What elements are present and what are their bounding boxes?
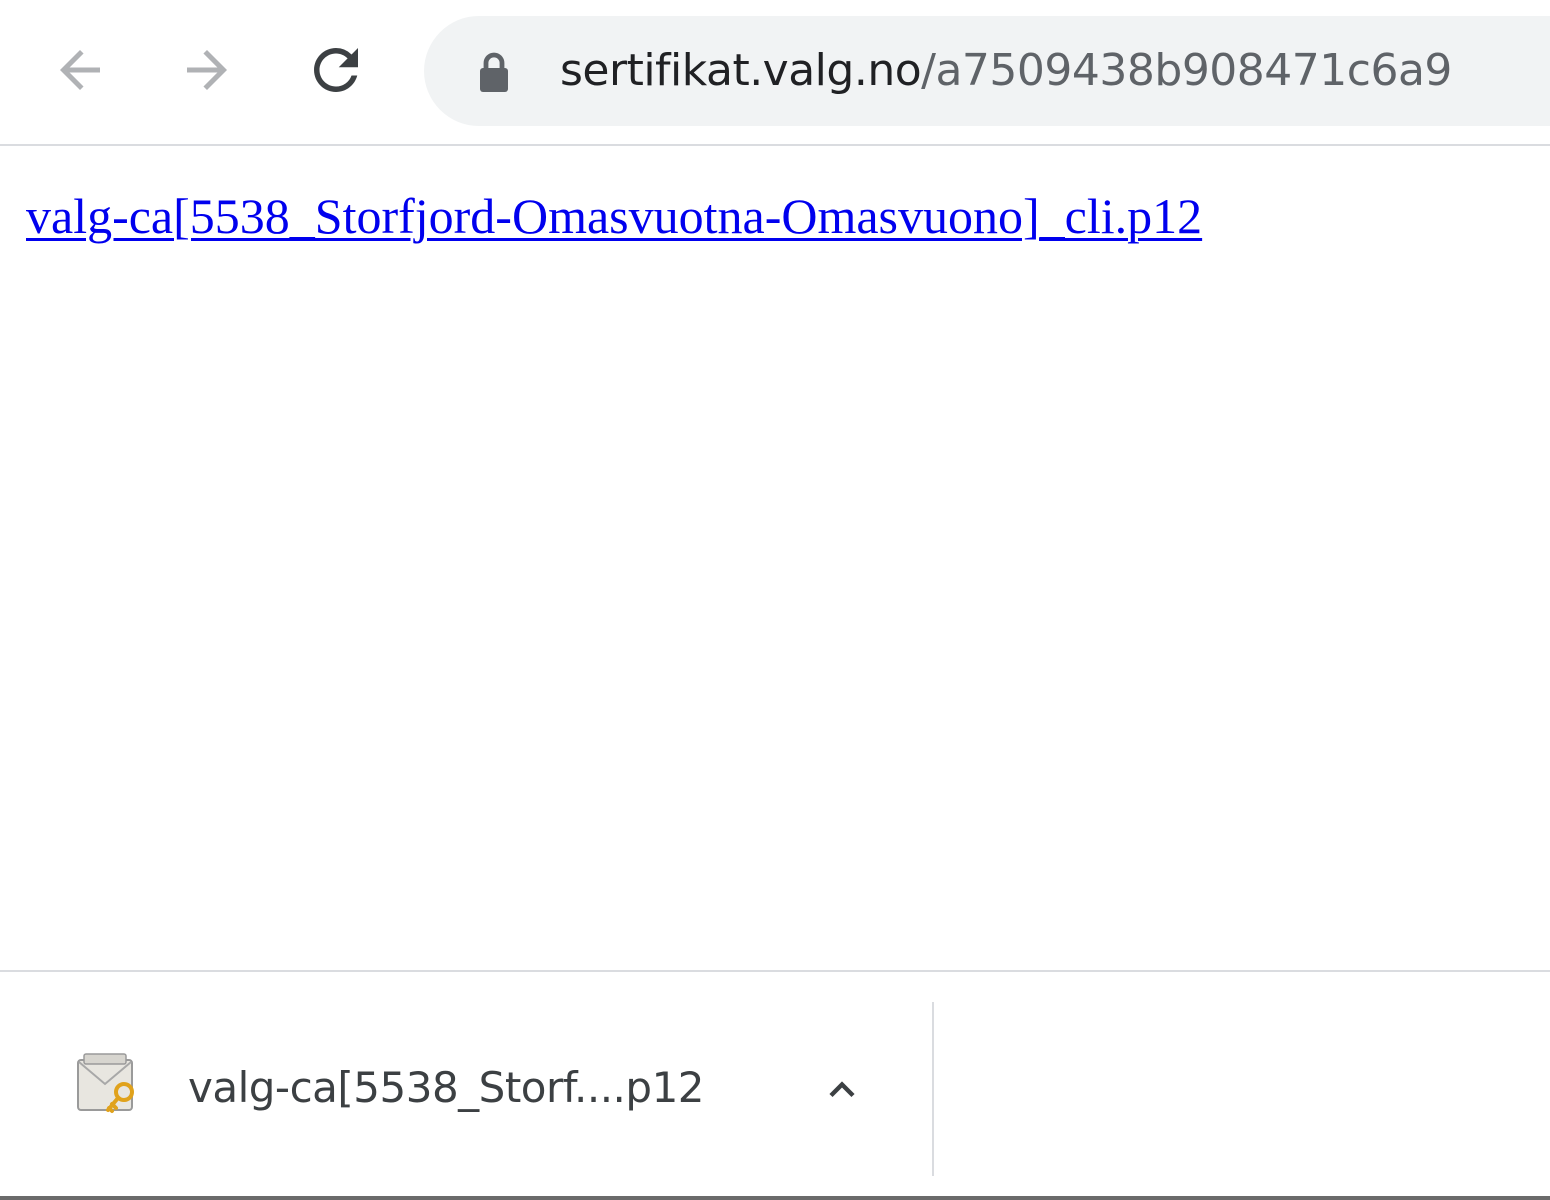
window-bottom-edge [0,1196,1550,1200]
chevron-up-icon [829,1081,855,1098]
back-button[interactable] [40,30,120,110]
download-file-name: valg-ca[5538_Storf....p12 [188,1063,705,1112]
certificate-file-link[interactable]: valg-ca[5538_Storfjord-Omasvuotna-Omasvu… [26,184,1202,248]
forward-button[interactable] [167,30,247,110]
reload-icon [314,47,358,92]
lock-icon[interactable] [474,50,514,98]
url-path: /a7509438b908471c6a9 [921,45,1452,96]
address-bar[interactable]: sertifikat.valg.no/a7509438b908471c6a9 [424,16,1550,126]
url-text[interactable]: sertifikat.valg.no/a7509438b908471c6a9 [560,38,1452,104]
download-item[interactable]: valg-ca[5538_Storf....p12 [40,972,920,1200]
arrow-right-icon [187,50,227,90]
url-host: sertifikat.valg.no [560,45,922,96]
download-options-button[interactable] [812,1060,872,1120]
download-shelf: valg-ca[5538_Storf....p12 [0,970,1550,1200]
certificate-file-icon [76,1052,142,1120]
arrow-left-icon [60,50,100,90]
browser-toolbar: sertifikat.valg.no/a7509438b908471c6a9 [0,0,1550,146]
reload-button[interactable] [296,30,376,110]
shelf-divider [932,1002,934,1176]
page-content: valg-ca[5538_Storfjord-Omasvuotna-Omasvu… [0,146,1550,970]
